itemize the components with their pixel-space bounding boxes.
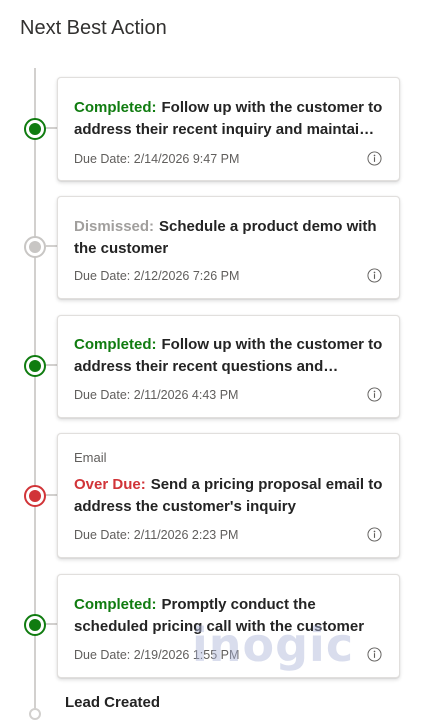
action-card[interactable]: Completed: Follow up with the customer to… xyxy=(57,315,400,418)
info-icon[interactable] xyxy=(367,387,382,402)
action-text: Completed: Follow up with the customer to… xyxy=(74,334,383,378)
status-node-icon xyxy=(24,118,46,140)
panel-title: Next Best Action xyxy=(20,17,167,39)
timeline-end-node-icon xyxy=(29,708,41,720)
action-card[interactable]: Completed: Follow up with the customer to… xyxy=(57,77,400,181)
status-label: Completed: xyxy=(74,336,157,353)
status-node-icon xyxy=(24,355,46,377)
status-node-icon xyxy=(24,236,46,258)
action-text: Completed: Promptly conduct the scheduled… xyxy=(74,594,383,638)
info-icon[interactable] xyxy=(367,151,382,166)
status-label: Dismissed: xyxy=(74,218,155,235)
action-text: Over Due: Send a pricing proposal email t… xyxy=(74,474,383,518)
info-icon[interactable] xyxy=(367,647,382,662)
info-icon[interactable] xyxy=(367,268,382,283)
status-label: Over Due: xyxy=(74,476,146,493)
action-card[interactable]: Completed: Promptly conduct the scheduled… xyxy=(57,574,400,678)
due-date: Due Date: 2/12/2026 7:26 PM xyxy=(74,269,240,283)
due-date: Due Date: 2/11/2026 4:43 PM xyxy=(74,388,239,402)
due-date: Due Date: 2/11/2026 2:23 PM xyxy=(74,528,239,542)
status-label: Completed: xyxy=(74,99,157,116)
next-best-action-panel: Next Best Action Completed: Follow up wit… xyxy=(0,0,431,722)
info-icon[interactable] xyxy=(367,527,382,542)
action-card[interactable]: Email Over Due: Send a pricing proposal e… xyxy=(57,433,400,558)
action-text: Dismissed: Schedule a product demo with t… xyxy=(74,216,383,260)
status-node-icon xyxy=(24,485,46,507)
status-node-icon xyxy=(24,614,46,636)
action-card[interactable]: Dismissed: Schedule a product demo with t… xyxy=(57,196,400,299)
status-label: Completed: xyxy=(74,596,157,613)
action-text: Completed: Follow up with the customer to… xyxy=(74,97,383,141)
due-date: Due Date: 2/14/2026 9:47 PM xyxy=(74,152,240,166)
action-channel: Email xyxy=(74,450,107,465)
due-date: Due Date: 2/19/2026 1:55 PM xyxy=(74,648,240,662)
lead-created-label: Lead Created xyxy=(65,694,161,711)
